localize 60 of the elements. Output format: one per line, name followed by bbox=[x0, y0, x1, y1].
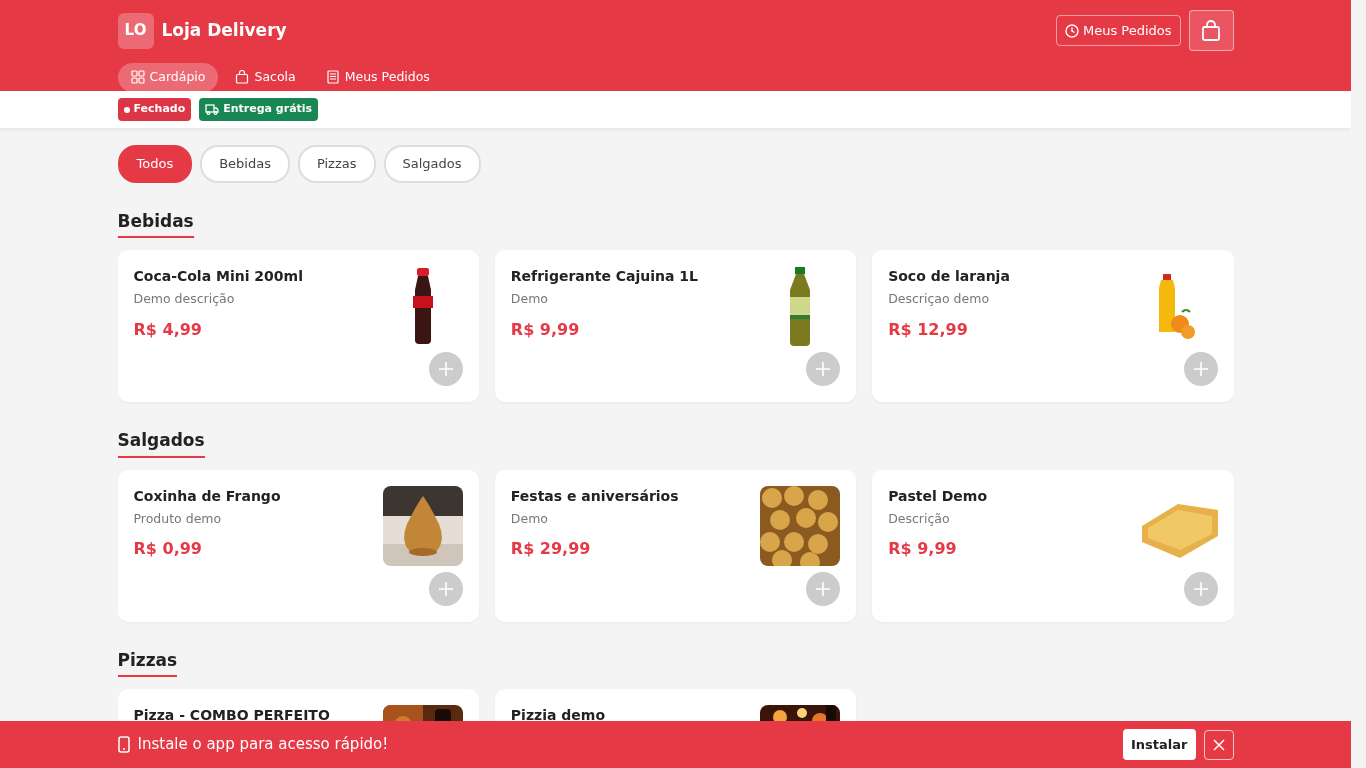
install-button[interactable]: Instalar bbox=[1123, 728, 1196, 761]
category-filter[interactable]: Bebidas bbox=[200, 145, 290, 183]
bag-button[interactable] bbox=[1188, 10, 1234, 51]
nav-tab[interactable]: Cardápio bbox=[117, 63, 219, 92]
clock-icon bbox=[1064, 23, 1079, 38]
store-name: Loja Delivery bbox=[161, 18, 287, 42]
close-button[interactable] bbox=[1203, 729, 1234, 760]
product-description: Produto demo bbox=[133, 509, 223, 528]
product-description: Demo bbox=[510, 290, 549, 308]
plus-icon bbox=[815, 361, 832, 377]
add-button[interactable] bbox=[428, 352, 463, 386]
nav-tab[interactable]: Sacola bbox=[222, 63, 309, 92]
product-name: Coxinha de Frango bbox=[133, 486, 281, 506]
add-button[interactable] bbox=[1183, 352, 1218, 386]
plus-icon bbox=[1192, 580, 1209, 597]
add-button[interactable] bbox=[806, 352, 841, 386]
product-description: Demo descrição bbox=[133, 290, 236, 308]
category-filter[interactable]: Todos bbox=[117, 145, 193, 183]
status-badge: Fechado bbox=[117, 98, 192, 121]
plus-icon bbox=[437, 580, 454, 597]
product-name: Coca-Cola Mini 200ml bbox=[133, 267, 303, 286]
product-name: Refrigerante Cajuina 1L bbox=[510, 267, 699, 286]
store-logo: LO bbox=[117, 12, 154, 49]
plus-icon bbox=[437, 361, 454, 377]
product-description: Descrição bbox=[888, 509, 951, 528]
install-message: Instale o app para acesso rápido! bbox=[137, 734, 389, 756]
add-button[interactable] bbox=[806, 571, 841, 606]
product-name: Pizzia demo bbox=[510, 706, 606, 725]
section-title: Bebidas bbox=[117, 208, 194, 238]
product-price: R$ 4,99 bbox=[133, 318, 203, 341]
bag-icon bbox=[235, 70, 250, 85]
nav-tab[interactable]: Meus Pedidos bbox=[312, 63, 443, 92]
orders-button[interactable]: Meus Pedidos bbox=[1055, 14, 1181, 47]
product-name: Pastel Demo bbox=[888, 486, 987, 506]
plus-icon bbox=[815, 580, 832, 597]
product-price: R$ 12,99 bbox=[888, 318, 969, 341]
product-price: R$ 0,99 bbox=[133, 538, 203, 561]
plus-icon bbox=[1192, 361, 1209, 377]
product-name: Soco de laranja bbox=[888, 267, 1010, 286]
category-filter[interactable]: Pizzas bbox=[297, 145, 376, 183]
product-price: R$ 29,99 bbox=[510, 538, 592, 561]
category-filter[interactable]: Salgados bbox=[383, 145, 481, 183]
bag-icon bbox=[1201, 19, 1221, 42]
product-price: R$ 9,99 bbox=[888, 538, 958, 561]
add-button[interactable] bbox=[428, 571, 463, 606]
section-title: Pizzas bbox=[117, 647, 178, 677]
section-title: Salgados bbox=[117, 428, 205, 458]
document-icon bbox=[325, 70, 340, 85]
delivery-badge: Entrega grátis bbox=[199, 98, 319, 121]
close-icon bbox=[1212, 738, 1225, 751]
product-price: R$ 9,99 bbox=[510, 318, 581, 341]
grid-icon bbox=[130, 70, 145, 85]
phone-icon bbox=[117, 736, 130, 753]
product-name: Festas e aniversários bbox=[510, 486, 679, 506]
product-description: Demo bbox=[510, 509, 549, 528]
product-name: Pizza - COMBO PERFEITO bbox=[133, 706, 330, 725]
product-description: Descriçao demo bbox=[888, 290, 991, 308]
add-button[interactable] bbox=[1183, 571, 1218, 606]
truck-icon bbox=[205, 104, 220, 115]
dot-icon bbox=[123, 106, 130, 113]
